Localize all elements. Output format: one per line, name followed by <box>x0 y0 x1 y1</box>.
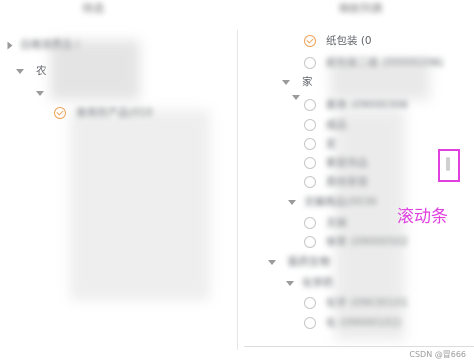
tree-node-group[interactable]: 家 <box>280 73 313 91</box>
scrollbar-highlight-box <box>438 149 460 182</box>
radio-icon[interactable] <box>304 138 316 150</box>
radio-icon[interactable] <box>304 99 316 111</box>
tree-node-level2[interactable]: 农 <box>14 62 47 80</box>
tree-node-group[interactable]: 医药生物 <box>266 253 330 271</box>
watermark: CSDN @冒666 <box>409 350 466 359</box>
collapse-caret-icon[interactable] <box>7 41 13 50</box>
redaction-blur <box>335 110 405 340</box>
expand-caret-icon[interactable] <box>286 281 294 286</box>
mapping-panel-header: 映射列表 <box>339 2 383 15</box>
source-tree-panel: 待选 日用消费品 ( 农 食用农产品(010 <box>0 0 240 363</box>
tree-leaf-label: 纸包装 (0 <box>326 35 372 47</box>
tree-node-label: 农 <box>36 65 47 77</box>
tree-leaf[interactable]: 定 <box>304 135 337 153</box>
tree-node-subgroup[interactable]: 化学药 <box>284 274 334 292</box>
expand-caret-icon[interactable] <box>16 69 24 74</box>
expand-caret-icon[interactable] <box>282 80 290 85</box>
source-panel-header: 待选 <box>82 2 104 15</box>
redaction-blur <box>70 110 210 300</box>
radio-icon[interactable] <box>304 119 316 131</box>
radio-icon[interactable] <box>304 176 316 188</box>
radio-icon[interactable] <box>304 217 316 229</box>
tree-node-label: 化学药 <box>302 277 334 289</box>
radio-icon[interactable] <box>304 297 316 309</box>
expand-caret-icon[interactable] <box>288 200 296 205</box>
checked-radio-icon[interactable] <box>304 35 316 47</box>
scrollbar-annotation: 滚动条 <box>397 207 448 227</box>
radio-icon[interactable] <box>304 57 316 69</box>
expand-caret-icon[interactable] <box>36 91 44 96</box>
panel-bottom-border <box>244 346 474 347</box>
tree-node-label: 家 <box>302 76 313 88</box>
panel-divider <box>237 30 238 350</box>
expand-caret-icon[interactable] <box>292 95 300 100</box>
tree-leaf[interactable]: 纸包装 (0 <box>304 32 372 50</box>
redaction-blur <box>50 40 140 100</box>
expand-caret-icon[interactable] <box>268 260 276 265</box>
redaction-blur <box>330 60 430 100</box>
checked-radio-icon[interactable] <box>54 107 66 119</box>
radio-icon[interactable] <box>304 236 316 248</box>
radio-icon[interactable] <box>304 317 316 329</box>
radio-icon[interactable] <box>304 157 316 169</box>
tree-node-label: 医药生物 <box>288 256 330 268</box>
